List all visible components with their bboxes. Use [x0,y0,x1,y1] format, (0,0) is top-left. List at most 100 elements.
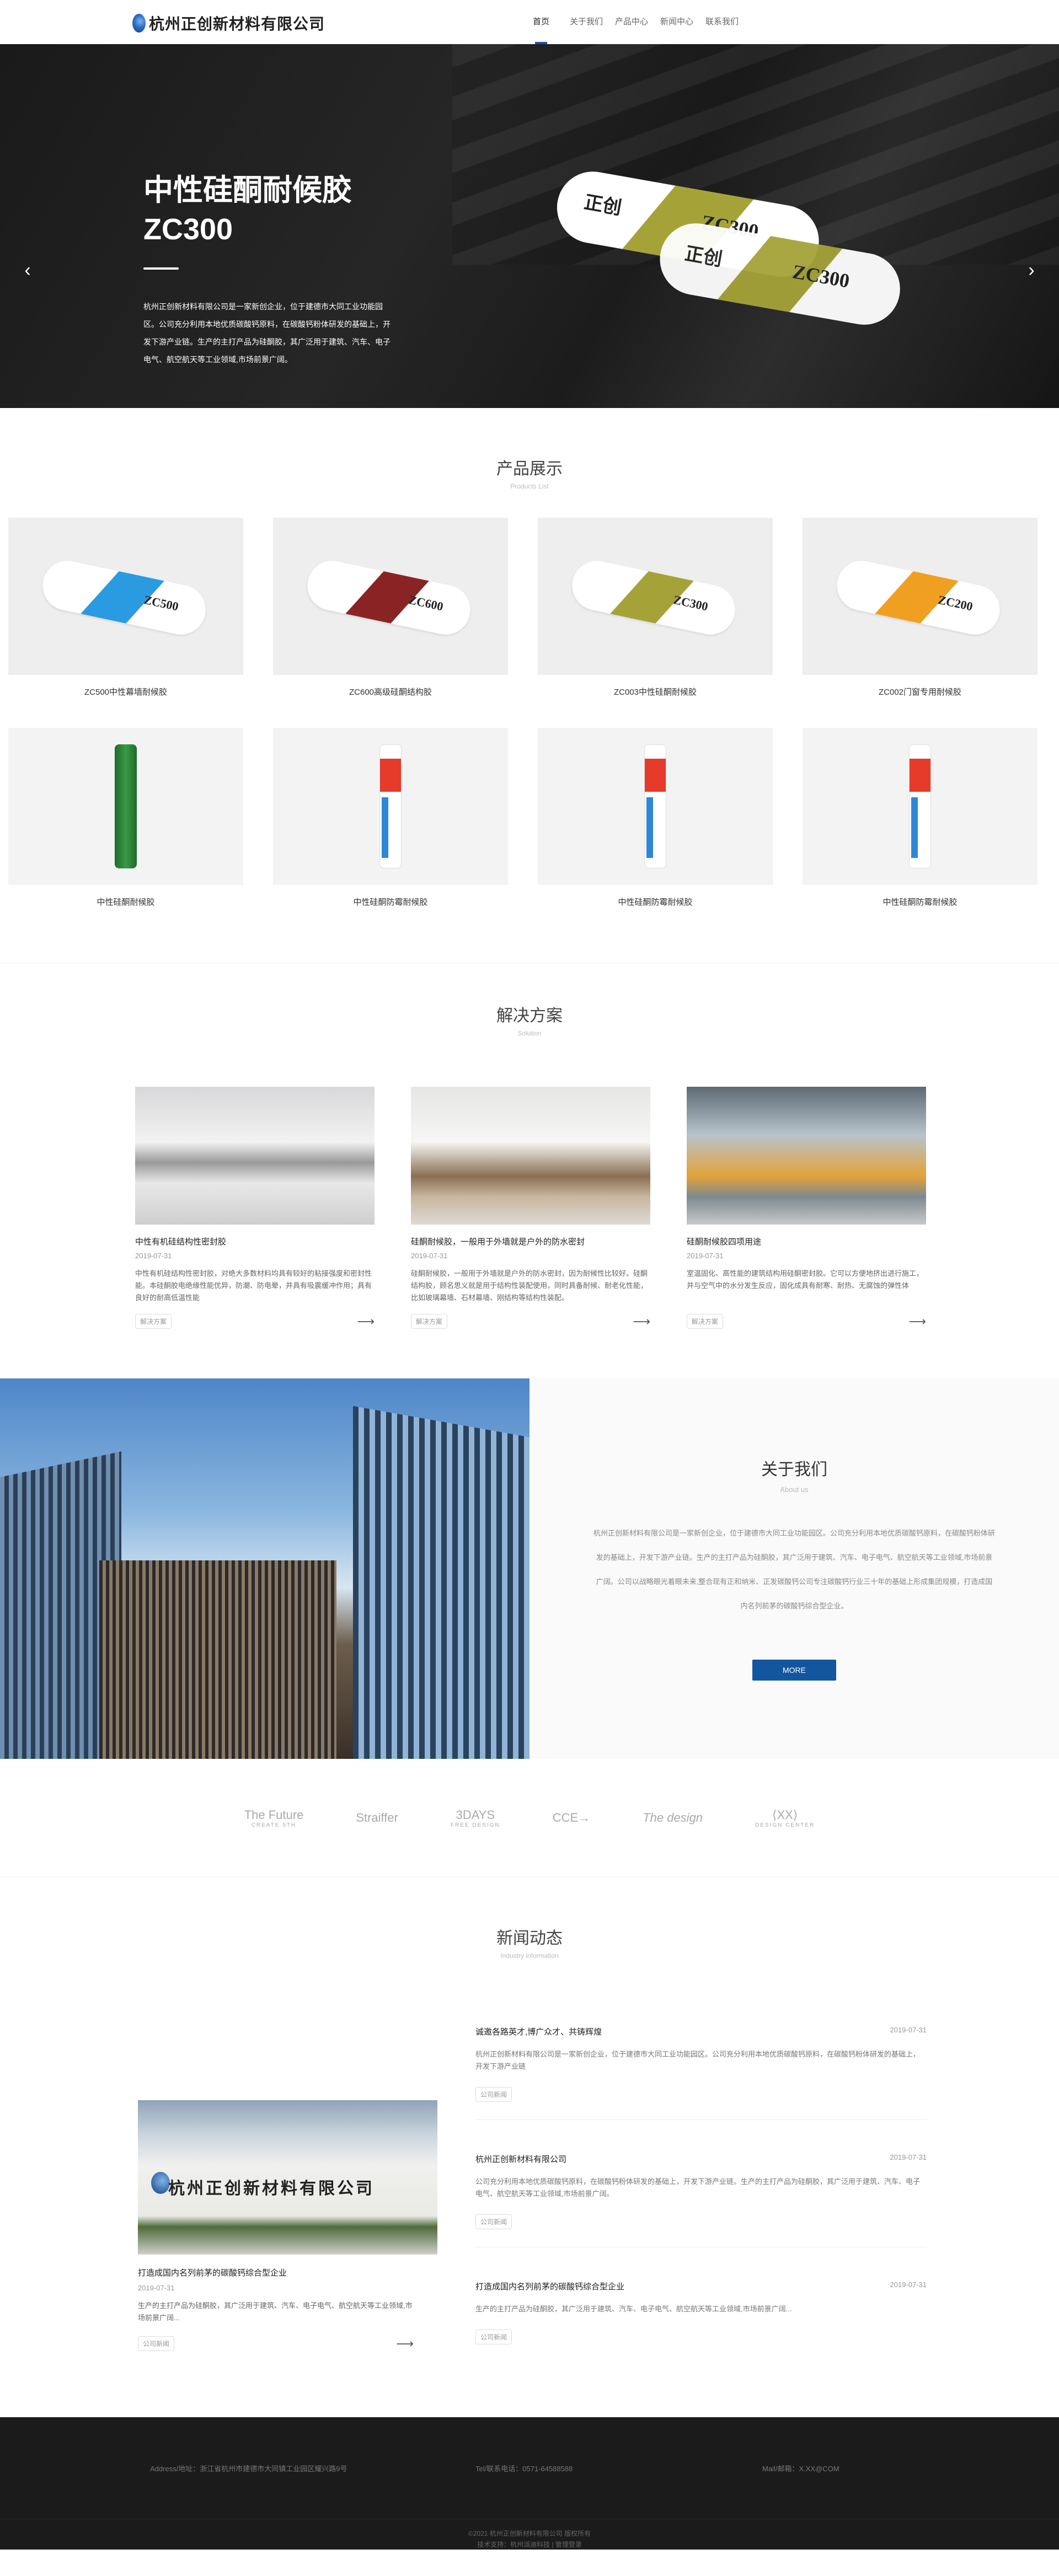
solutions-title: 解决方案 [496,1007,563,1025]
featured-news-title[interactable]: 打造成国内名列前茅的碳酸钙综合型企业 [138,2267,447,2278]
solutions-grid: 中性有机硅结构性密封胶 2019-07-31 中性有机硅结构性密封胶，对绝大多数… [132,1087,927,1329]
solution-card[interactable]: 硅酮耐候胶，一般用于外墙就是户外的防水密封 2019-07-31 硅酮耐候胶，一… [411,1087,654,1329]
tube-brand: 正创 [582,191,623,219]
news-item[interactable]: 诚邀各路英才,博广众才、共铸辉煌 2019-07-31 杭州正创新材料有限公司是… [475,2026,927,2120]
news-tag[interactable]: 公司新闻 [475,2330,512,2344]
partner-logo-straiffer[interactable]: Straiffer [356,1811,398,1825]
partner-logo-the-future[interactable]: The Future CREATE 5TH [244,1808,304,1828]
sign-text: 杭州正创新材料有限公司 [168,2180,375,2198]
news-date: 2019-07-31 [890,2153,927,2161]
solution-title[interactable]: 硅酮耐候胶四项用途 [687,1236,929,1247]
solution-card[interactable]: 中性有机硅结构性密封胶 2019-07-31 中性有机硅结构性密封胶，对绝大多数… [135,1087,378,1329]
product-image: ZC600 [273,518,508,675]
arrow-right-icon[interactable]: ⟶ [908,1314,926,1329]
partner-logo-cce[interactable]: CCE→ [553,1811,590,1825]
solution-desc: 硅酮耐候胶，一般用于外墙就是户外的防水密封，因为耐候性比较好。硅酮结构胶，顾名思… [411,1269,648,1302]
news-item[interactable]: 杭州正创新材料有限公司 2019-07-31 公司充分利用本地优质碳酸钙原料，在… [475,2153,927,2247]
product-card[interactable]: 中性硅酮防霉耐候胶 [538,728,773,908]
about-subtitle: About us [780,1485,809,1494]
partner-logos: The Future CREATE 5TH Straiffer 3DAYS FREE… [0,1759,1059,1877]
arrow-right-icon[interactable]: ⟶ [396,2337,414,2351]
nav-products[interactable]: 产品中心 [609,0,654,44]
news-date: 2019-07-31 [890,2280,927,2289]
footer-copyright: ©2021 杭州正创新材料有限公司 版权所有 [468,2530,591,2537]
solution-image-factory [687,1087,926,1225]
solution-image-office [135,1087,375,1225]
solution-date: 2019-07-31 [135,1252,172,1260]
products-section: 产品展示 Products List ZC500 ZC500中性幕墙耐候胶 ZC… [0,408,1059,963]
products-title: 产品展示 [496,460,563,478]
solution-tag[interactable]: 解决方案 [687,1314,724,1329]
partner-logo-design-center[interactable]: ⟨XX⟩ DESIGN CENTER [755,1808,815,1828]
product-name: 中性硅酮防霉耐候胶 [353,898,428,907]
about-content: 关于我们 About us 杭州正创新材料有限公司是一家新创企业，位于建德市大同… [530,1378,1059,1759]
product-card[interactable]: ZC500 ZC500中性幕墙耐候胶 [8,518,243,697]
news-tag[interactable]: 公司新闻 [475,2214,512,2229]
product-name: ZC002门窗专用耐候胶 [878,688,962,697]
partner-logo-the-design[interactable]: The design [643,1811,703,1825]
news-title: 新闻动态 [496,1929,563,1947]
product-name: 中性硅酮防霉耐候胶 [882,898,958,907]
support-link[interactable]: 杭州派迪科技 [510,2541,550,2548]
hero-subtitle: ZC300 [143,213,233,246]
products-subtitle: Products List [510,482,549,490]
hero-title: 中性硅酮耐候胶 [143,174,352,207]
solution-card[interactable]: 硅酮耐候胶四项用途 2019-07-31 室温固化、高性能的建筑结构用硅酮密封胶… [687,1087,929,1329]
company-logo-icon [132,14,146,33]
solution-date: 2019-07-31 [687,1252,724,1260]
nav-news[interactable]: 新闻中心 [654,0,699,44]
product-card[interactable]: ZC200 ZC002门窗专用耐候胶 [803,518,1037,697]
partner-logo-3days[interactable]: 3DAYS FREE DESIGN [451,1808,500,1828]
arrow-right-icon[interactable]: ⟶ [357,1314,375,1329]
carousel-prev-icon[interactable]: ‹ [11,254,44,287]
featured-news-desc: 生产的主打产品为硅酮胶，其广泛用于建筑、汽车、电子电气、航空航天等工业领域,市场… [138,2301,413,2322]
company-logo-icon [151,2172,170,2194]
solution-title[interactable]: 中性有机硅结构性密封胶 [135,1236,378,1247]
solution-tag[interactable]: 解决方案 [411,1314,448,1329]
product-name: ZC600高级硅酮结构胶 [349,688,432,697]
about-building-image [0,1378,530,1759]
news-section: 新闻动态 Industry information 杭州正创新材料有限公司 打造… [0,1877,1059,2417]
solution-tag[interactable]: 解决方案 [135,1314,172,1329]
more-button[interactable]: MORE [752,1660,836,1681]
product-image [803,728,1037,885]
product-image [538,728,773,885]
carousel-next-icon[interactable]: › [1015,254,1048,287]
product-card[interactable]: 中性硅酮防霉耐候胶 [803,728,1037,908]
news-subtitle: Industry information [500,1952,559,1960]
product-card[interactable]: 中性硅酮耐候胶 [8,728,243,908]
news-tag[interactable]: 公司新闻 [138,2336,175,2351]
news-title[interactable]: 杭州正创新材料有限公司 [475,2153,566,2165]
footer-tel: Tel/联系电话：0571-64588588 [475,2464,573,2473]
news-title[interactable]: 诚邀各路英才,博广众才、共铸辉煌 [475,2026,602,2037]
hero-description: 杭州正创新材料有限公司是一家新创企业，位于建德市大同工业功能园区。公司充分利用本… [143,302,391,364]
news-list: 诚邀各路英才,博广众才、共铸辉煌 2019-07-31 杭州正创新材料有限公司是… [475,2026,927,2362]
logo-text: 杭州正创新材料有限公司 [149,15,325,33]
nav-home[interactable]: 首页 [518,0,564,44]
news-title[interactable]: 打造成国内名列前茅的碳酸钙综合型企业 [475,2280,624,2292]
hero-divider [143,267,179,270]
news-item[interactable]: 打造成国内名列前茅的碳酸钙综合型企业 2019-07-31 生产的主打产品为硅酮… [475,2280,927,2362]
product-card[interactable]: ZC300 ZC003中性硅酮耐候胶 [538,518,773,697]
news-tag[interactable]: 公司新闻 [475,2087,512,2102]
product-card[interactable]: ZC600 ZC600高级硅酮结构胶 [273,518,508,697]
product-image [273,728,508,885]
nav-contact[interactable]: 联系我们 [699,0,745,44]
logo[interactable]: 杭州正创新材料有限公司 [132,12,325,34]
solution-title[interactable]: 硅酮耐候胶，一般用于外墙就是户外的防水密封 [411,1236,654,1247]
solutions-section: 解决方案 Solution 中性有机硅结构性密封胶 2019-07-31 中性有… [0,963,1059,1378]
site-footer: Address/地址：浙江省杭州市建德市大同镇工业园区耀兴路9号 Tel/联系电… [0,2417,1059,2550]
solution-image-workspace [411,1087,650,1225]
admin-login-link[interactable]: 管理登录 [555,2541,582,2548]
news-desc: 杭州正创新材料有限公司是一家新创企业，位于建德市大同工业功能园区。公司充分利用本… [475,2050,921,2070]
hero-banner: 中性硅酮耐候胶 ZC300 杭州正创新材料有限公司是一家新创企业，位于建德市大同… [0,44,1059,408]
footer-mail: Mail/邮箱：X.XX@COM [762,2464,839,2473]
featured-news[interactable]: 杭州正创新材料有限公司 打造成国内名列前茅的碳酸钙综合型企业 2019-07-3… [138,2100,447,2362]
product-image: ZC500 [8,518,243,675]
product-name: 中性硅酮耐候胶 [97,898,155,907]
product-image: ZC200 [803,518,1037,675]
arrow-right-icon[interactable]: ⟶ [633,1314,650,1329]
nav-about[interactable]: 关于我们 [564,0,609,44]
product-card[interactable]: 中性硅酮防霉耐候胶 [273,728,508,908]
site-header: 杭州正创新材料有限公司 首页 关于我们 产品中心 新闻中心 联系我们 [0,0,1059,44]
